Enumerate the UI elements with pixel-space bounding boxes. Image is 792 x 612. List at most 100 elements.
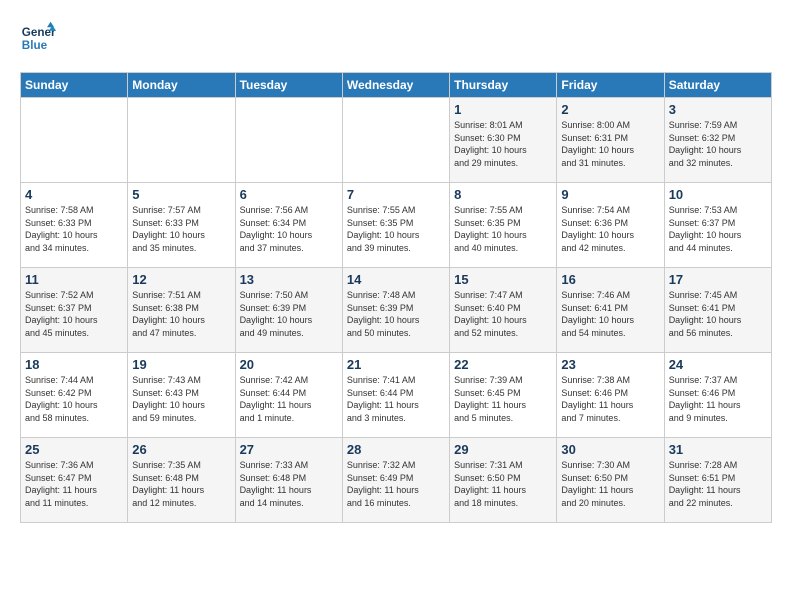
calendar-cell: 7Sunrise: 7:55 AM Sunset: 6:35 PM Daylig… <box>342 183 449 268</box>
day-number: 25 <box>25 442 123 457</box>
day-number: 24 <box>669 357 767 372</box>
day-number: 31 <box>669 442 767 457</box>
calendar-cell: 21 Sunrise: 7:41 AM Sunset: 6:44 PM Dayli… <box>342 353 449 438</box>
day-number: 10 <box>669 187 767 202</box>
cell-content: Sunrise: 7:33 AM Sunset: 6:48 PM Dayligh… <box>240 459 338 509</box>
day-number: 9 <box>561 187 659 202</box>
calendar-cell <box>128 98 235 183</box>
day-number: 13 <box>240 272 338 287</box>
svg-text:Blue: Blue <box>22 39 48 52</box>
day-number: 2 <box>561 102 659 117</box>
day-number: 6 <box>240 187 338 202</box>
header-day-wednesday: Wednesday <box>342 73 449 98</box>
cell-content: Sunrise: 7:38 AM Sunset: 6:46 PM Dayligh… <box>561 374 659 424</box>
logo-icon: General Blue <box>20 20 56 56</box>
calendar-cell: 15Sunrise: 7:47 AM Sunset: 6:40 PM Dayli… <box>450 268 557 353</box>
day-number: 14 <box>347 272 445 287</box>
cell-content: Sunrise: 7:57 AM Sunset: 6:33 PM Dayligh… <box>132 204 230 254</box>
calendar-cell: 19Sunrise: 7:43 AM Sunset: 6:43 PM Dayli… <box>128 353 235 438</box>
calendar-cell: 13Sunrise: 7:50 AM Sunset: 6:39 PM Dayli… <box>235 268 342 353</box>
week-row-3: 11Sunrise: 7:52 AM Sunset: 6:37 PM Dayli… <box>21 268 772 353</box>
cell-content: Sunrise: 7:42 AM Sunset: 6:44 PM Dayligh… <box>240 374 338 424</box>
day-number: 22 <box>454 357 552 372</box>
calendar-cell: 28 Sunrise: 7:32 AM Sunset: 6:49 PM Dayli… <box>342 438 449 523</box>
day-number: 26 <box>132 442 230 457</box>
week-row-4: 18 Sunrise: 7:44 AM Sunset: 6:42 PM Dayli… <box>21 353 772 438</box>
cell-content: Sunrise: 7:45 AM Sunset: 6:41 PM Dayligh… <box>669 289 767 339</box>
day-number: 16 <box>561 272 659 287</box>
page-header: General Blue <box>20 20 772 56</box>
cell-content: Sunrise: 7:54 AM Sunset: 6:36 PM Dayligh… <box>561 204 659 254</box>
calendar-cell: 22 Sunrise: 7:39 AM Sunset: 6:45 PM Dayli… <box>450 353 557 438</box>
cell-content: Sunrise: 7:44 AM Sunset: 6:42 PM Dayligh… <box>25 374 123 424</box>
day-number: 19 <box>132 357 230 372</box>
day-number: 27 <box>240 442 338 457</box>
calendar-cell: 5 Sunrise: 7:57 AM Sunset: 6:33 PM Daylig… <box>128 183 235 268</box>
calendar-cell: 9 Sunrise: 7:54 AM Sunset: 6:36 PM Daylig… <box>557 183 664 268</box>
calendar-cell: 1 Sunrise: 8:01 AM Sunset: 6:30 PM Daylig… <box>450 98 557 183</box>
calendar-cell: 18 Sunrise: 7:44 AM Sunset: 6:42 PM Dayli… <box>21 353 128 438</box>
header-day-friday: Friday <box>557 73 664 98</box>
calendar-cell: 2Sunrise: 8:00 AM Sunset: 6:31 PM Daylig… <box>557 98 664 183</box>
calendar-header: SundayMondayTuesdayWednesdayThursdayFrid… <box>21 73 772 98</box>
calendar-cell: 23 Sunrise: 7:38 AM Sunset: 6:46 PM Dayli… <box>557 353 664 438</box>
calendar-cell: 4 Sunrise: 7:58 AM Sunset: 6:33 PM Daylig… <box>21 183 128 268</box>
day-number: 17 <box>669 272 767 287</box>
calendar-cell: 6Sunrise: 7:56 AM Sunset: 6:34 PM Daylig… <box>235 183 342 268</box>
calendar-cell: 25 Sunrise: 7:36 AM Sunset: 6:47 PM Dayli… <box>21 438 128 523</box>
logo: General Blue <box>20 20 60 56</box>
day-number: 5 <box>132 187 230 202</box>
day-number: 8 <box>454 187 552 202</box>
cell-content: Sunrise: 7:30 AM Sunset: 6:50 PM Dayligh… <box>561 459 659 509</box>
cell-content: Sunrise: 7:51 AM Sunset: 6:38 PM Dayligh… <box>132 289 230 339</box>
calendar-table: SundayMondayTuesdayWednesdayThursdayFrid… <box>20 72 772 523</box>
week-row-1: 1 Sunrise: 8:01 AM Sunset: 6:30 PM Daylig… <box>21 98 772 183</box>
calendar-cell: 10Sunrise: 7:53 AM Sunset: 6:37 PM Dayli… <box>664 183 771 268</box>
cell-content: Sunrise: 7:47 AM Sunset: 6:40 PM Dayligh… <box>454 289 552 339</box>
cell-content: Sunrise: 7:46 AM Sunset: 6:41 PM Dayligh… <box>561 289 659 339</box>
cell-content: Sunrise: 7:36 AM Sunset: 6:47 PM Dayligh… <box>25 459 123 509</box>
cell-content: Sunrise: 7:58 AM Sunset: 6:33 PM Dayligh… <box>25 204 123 254</box>
day-number: 23 <box>561 357 659 372</box>
calendar-cell: 20 Sunrise: 7:42 AM Sunset: 6:44 PM Dayli… <box>235 353 342 438</box>
header-day-sunday: Sunday <box>21 73 128 98</box>
day-number: 28 <box>347 442 445 457</box>
day-number: 20 <box>240 357 338 372</box>
calendar-body: 1 Sunrise: 8:01 AM Sunset: 6:30 PM Daylig… <box>21 98 772 523</box>
day-number: 1 <box>454 102 552 117</box>
cell-content: Sunrise: 7:39 AM Sunset: 6:45 PM Dayligh… <box>454 374 552 424</box>
cell-content: Sunrise: 7:48 AM Sunset: 6:39 PM Dayligh… <box>347 289 445 339</box>
day-number: 3 <box>669 102 767 117</box>
cell-content: Sunrise: 7:55 AM Sunset: 6:35 PM Dayligh… <box>454 204 552 254</box>
day-number: 18 <box>25 357 123 372</box>
header-day-saturday: Saturday <box>664 73 771 98</box>
calendar-cell: 12Sunrise: 7:51 AM Sunset: 6:38 PM Dayli… <box>128 268 235 353</box>
calendar-cell <box>235 98 342 183</box>
day-number: 30 <box>561 442 659 457</box>
day-number: 11 <box>25 272 123 287</box>
cell-content: Sunrise: 7:59 AM Sunset: 6:32 PM Dayligh… <box>669 119 767 169</box>
calendar-cell: 24 Sunrise: 7:37 AM Sunset: 6:46 PM Dayli… <box>664 353 771 438</box>
header-day-thursday: Thursday <box>450 73 557 98</box>
header-day-tuesday: Tuesday <box>235 73 342 98</box>
day-number: 7 <box>347 187 445 202</box>
header-row: SundayMondayTuesdayWednesdayThursdayFrid… <box>21 73 772 98</box>
cell-content: Sunrise: 7:41 AM Sunset: 6:44 PM Dayligh… <box>347 374 445 424</box>
calendar-cell: 31Sunrise: 7:28 AM Sunset: 6:51 PM Dayli… <box>664 438 771 523</box>
cell-content: Sunrise: 7:37 AM Sunset: 6:46 PM Dayligh… <box>669 374 767 424</box>
cell-content: Sunrise: 8:01 AM Sunset: 6:30 PM Dayligh… <box>454 119 552 169</box>
week-row-2: 4 Sunrise: 7:58 AM Sunset: 6:33 PM Daylig… <box>21 183 772 268</box>
calendar-cell <box>342 98 449 183</box>
calendar-cell: 26 Sunrise: 7:35 AM Sunset: 6:48 PM Dayli… <box>128 438 235 523</box>
calendar-cell: 17 Sunrise: 7:45 AM Sunset: 6:41 PM Dayli… <box>664 268 771 353</box>
day-number: 4 <box>25 187 123 202</box>
day-number: 21 <box>347 357 445 372</box>
calendar-cell: 8 Sunrise: 7:55 AM Sunset: 6:35 PM Daylig… <box>450 183 557 268</box>
calendar-cell: 27 Sunrise: 7:33 AM Sunset: 6:48 PM Dayli… <box>235 438 342 523</box>
day-number: 29 <box>454 442 552 457</box>
cell-content: Sunrise: 7:32 AM Sunset: 6:49 PM Dayligh… <box>347 459 445 509</box>
cell-content: Sunrise: 7:35 AM Sunset: 6:48 PM Dayligh… <box>132 459 230 509</box>
calendar-cell <box>21 98 128 183</box>
calendar-cell: 11Sunrise: 7:52 AM Sunset: 6:37 PM Dayli… <box>21 268 128 353</box>
cell-content: Sunrise: 7:31 AM Sunset: 6:50 PM Dayligh… <box>454 459 552 509</box>
